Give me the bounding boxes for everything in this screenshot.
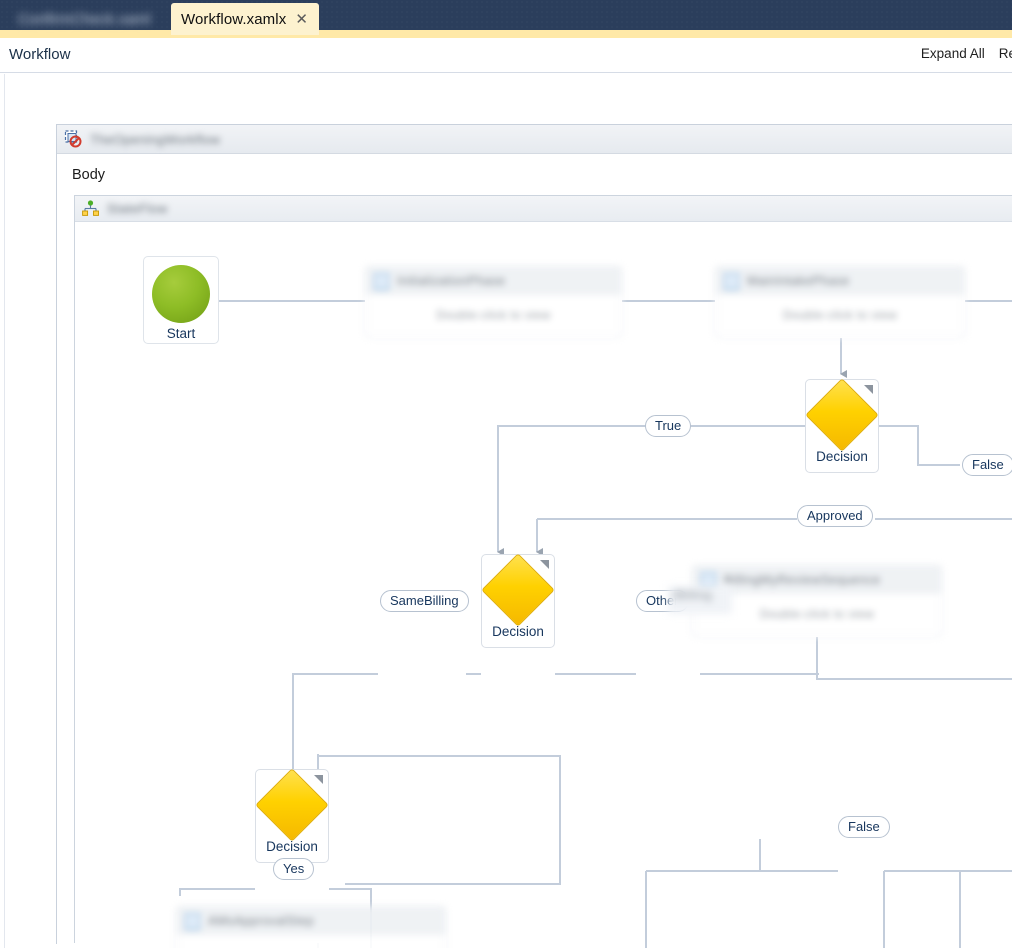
tab-strip: ConfirmCheck.xaml Workflow.xamlx ✕ bbox=[0, 0, 1012, 35]
activity-header: MainIntakePhase bbox=[716, 267, 964, 295]
node-activity-mainintake[interactable]: MainIntakePhase Double-click to view bbox=[715, 266, 965, 338]
tab-label: ConfirmCheck.xaml bbox=[18, 10, 151, 28]
node-activity-am-approval[interactable]: AMsApprovalStep bbox=[176, 906, 446, 948]
edge-label-false-1[interactable]: False bbox=[962, 454, 1012, 476]
workflow-outer-title: TheOpeningWorkflow bbox=[90, 131, 221, 147]
expand-all-link[interactable]: Expand All bbox=[921, 46, 985, 61]
start-circle-icon bbox=[152, 265, 210, 323]
activity-icon bbox=[185, 912, 200, 930]
close-icon[interactable]: ✕ bbox=[292, 10, 311, 28]
activity-subtitle: Double-click to view bbox=[436, 308, 551, 322]
node-activity-initialization[interactable]: InitializationPhase Double-click to view bbox=[365, 266, 622, 338]
designer-header: Workflow Expand All Resto bbox=[0, 38, 1012, 73]
activity-title: AMsApprovalStep bbox=[208, 914, 315, 928]
decision-label: Decision bbox=[266, 839, 318, 854]
activity-subtitle bbox=[177, 935, 445, 948]
canvas-left-rail bbox=[4, 74, 5, 948]
activity-header: AMsApprovalStep bbox=[177, 907, 445, 935]
workflow-outer-header[interactable]: TheOpeningWorkflow bbox=[57, 125, 1012, 154]
node-decision-1[interactable]: Decision bbox=[805, 378, 879, 473]
workflow-canvas[interactable]: TheOpeningWorkflow Body StateFlow Start … bbox=[0, 74, 1012, 948]
workflow-designer-window: ConfirmCheck.xaml Workflow.xamlx ✕ Workf… bbox=[0, 0, 1012, 948]
tab-confirmcheck[interactable]: ConfirmCheck.xaml bbox=[8, 3, 158, 35]
page-title: Workflow bbox=[9, 46, 71, 63]
collapse-indicator-icon[interactable] bbox=[540, 560, 549, 569]
no-access-icon bbox=[64, 130, 82, 148]
node-start[interactable]: Start bbox=[143, 256, 219, 344]
edge-label-approved[interactable]: Approved bbox=[797, 505, 873, 527]
node-decision-2[interactable]: Decision bbox=[481, 553, 555, 648]
workflow-inner-header[interactable]: StateFlow bbox=[75, 196, 1012, 222]
activity-title: MainIntakePhase bbox=[747, 274, 850, 288]
body-label: Body bbox=[72, 167, 106, 183]
activity-header: InitializationPhase bbox=[366, 267, 621, 295]
edge-label-false-2[interactable]: False bbox=[838, 816, 890, 838]
tab-label: Workflow.xamlx bbox=[181, 10, 287, 28]
tab-workflow-xamlx[interactable]: Workflow.xamlx ✕ bbox=[171, 3, 319, 35]
activity-subtitle: Double-click to view bbox=[782, 308, 898, 322]
restore-link[interactable]: Resto bbox=[999, 46, 1012, 61]
activity-icon bbox=[374, 272, 389, 290]
workflow-inner-title: StateFlow bbox=[107, 201, 168, 216]
collapse-indicator-icon[interactable] bbox=[864, 385, 873, 394]
flowchart-icon bbox=[82, 200, 99, 217]
header-actions: Expand All Resto bbox=[921, 46, 1012, 61]
edge-label-yes[interactable]: Yes bbox=[273, 858, 315, 880]
smudge-text: rBilling bbox=[672, 588, 713, 602]
decision-label: Decision bbox=[492, 624, 544, 639]
blurred-overlap-smudge: rBilling bbox=[668, 586, 732, 614]
edge-label-samebilling[interactable]: SameBilling bbox=[380, 590, 469, 612]
start-label: Start bbox=[166, 326, 196, 341]
activity-title: BillingMyReviewSequence bbox=[724, 573, 881, 587]
decision-label: Decision bbox=[816, 449, 868, 464]
activity-title: InitializationPhase bbox=[397, 274, 506, 288]
collapse-indicator-icon[interactable] bbox=[314, 775, 323, 784]
edge-label-true[interactable]: True bbox=[645, 415, 692, 437]
activity-icon bbox=[724, 272, 739, 290]
node-decision-3[interactable]: Decision bbox=[255, 768, 329, 863]
